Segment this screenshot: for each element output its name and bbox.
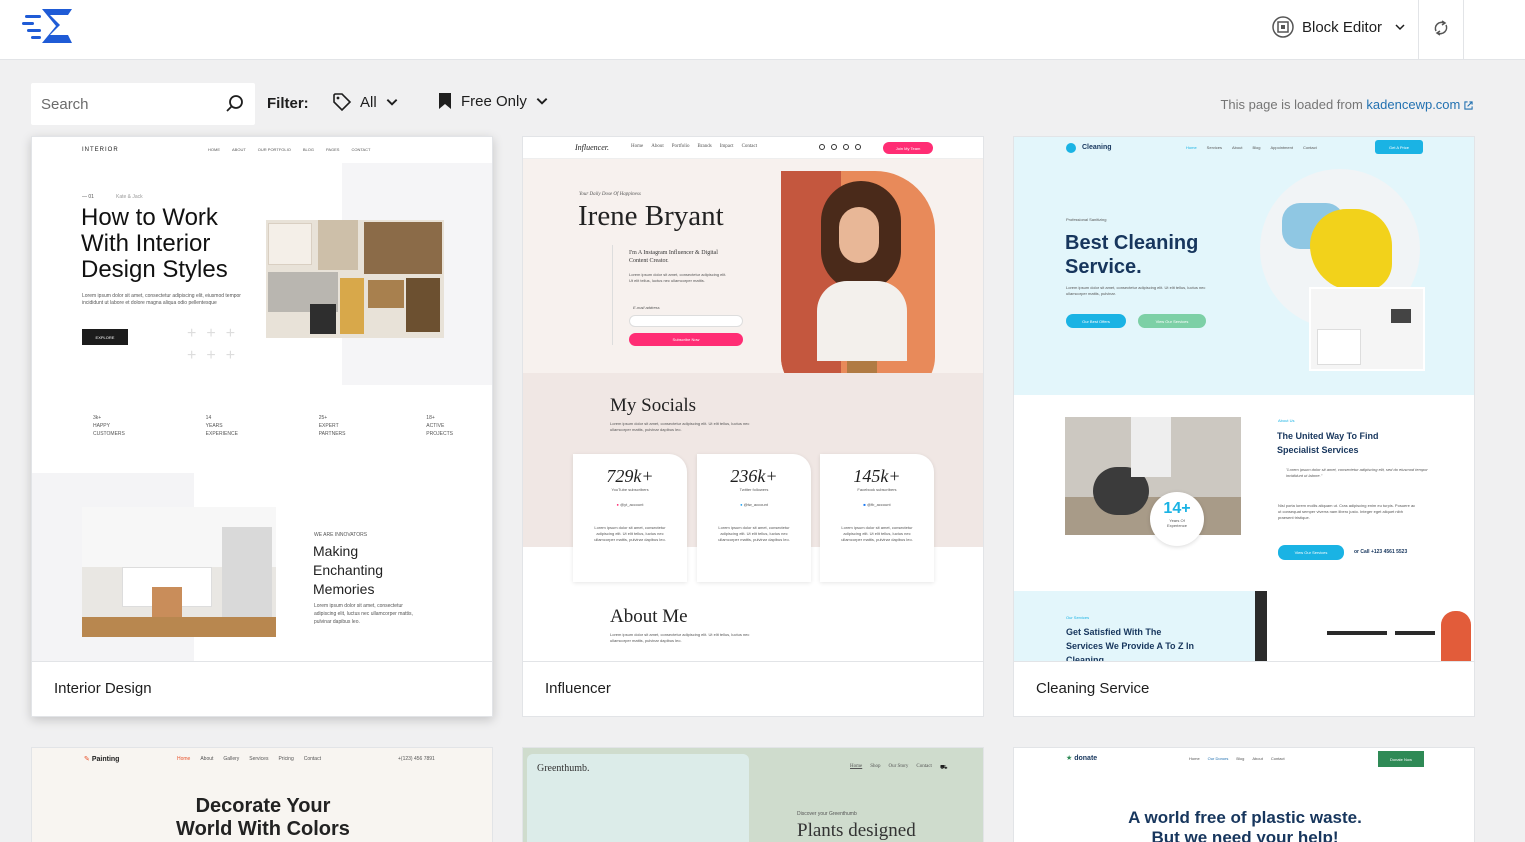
template-card-cleaning-service[interactable]: Cleaning Home Services About Blog Appoin… xyxy=(1013,136,1475,717)
preview-headline: A world free of plastic waste. But we ne… xyxy=(1128,808,1362,842)
template-preview: Cleaning Home Services About Blog Appoin… xyxy=(1014,137,1474,661)
preview-cta: Join My Team xyxy=(883,142,933,154)
template-card-donate[interactable]: ★ donate Home Our Donors Blog About Cont… xyxy=(1013,747,1475,842)
preview-brand: ✎ Painting xyxy=(84,756,120,763)
block-editor-icon xyxy=(1272,16,1294,38)
template-preview: INTERIOR HOME ABOUT OUR PORTFOLIO BLOG P… xyxy=(32,137,492,661)
preview-cta: Donate Now xyxy=(1378,751,1424,767)
preview-stat-card: 729k+ YouTube subscribers ● @yt_account … xyxy=(573,454,687,582)
preview-nav: Home Our Donors Blog About Contact xyxy=(1189,756,1285,761)
preview-headline: How to Work With Interior Design Styles xyxy=(81,204,228,283)
star-icon: ★ xyxy=(1066,755,1073,762)
template-title[interactable]: Interior Design xyxy=(32,661,492,716)
category-filter-dropdown[interactable]: All xyxy=(332,92,399,112)
filter-label: Filter: xyxy=(267,95,309,112)
preview-brand: Greenthumb. xyxy=(537,763,590,774)
template-title[interactable]: Cleaning Service xyxy=(1014,661,1474,716)
loaded-from-note: This page is loaded from kadencewp.com xyxy=(1220,97,1473,112)
template-preview: ✎ Painting Home About Gallery Services P… xyxy=(32,748,492,842)
preview-headline: Best Cleaning Service. xyxy=(1065,232,1199,278)
preview-nav: Home Shop Our Story Contact ⛟ xyxy=(850,764,948,771)
top-bar: Block Editor xyxy=(0,0,1525,60)
chevron-down-icon xyxy=(536,98,548,105)
template-card-greenthumb[interactable]: Greenthumb. Home Shop Our Story Contact … xyxy=(522,747,984,842)
search-box xyxy=(31,83,255,125)
preview-brand: ★ donate xyxy=(1066,755,1098,762)
preview-window-image xyxy=(1255,591,1474,661)
paintbrush-icon: ✎ xyxy=(84,756,90,763)
cart-icon: ⛟ xyxy=(939,765,948,771)
preview-bathroom-image xyxy=(1309,287,1425,371)
preview-nav: Home About Portfolio Brands Impact Conta… xyxy=(631,144,758,149)
editor-mode-label: Block Editor xyxy=(1302,18,1383,36)
editor-mode-select[interactable]: Block Editor xyxy=(1272,13,1406,41)
preview-nav: Home Services About Blog Appointment Con… xyxy=(1186,145,1317,150)
preview-nav: Home About Gallery Services Pricing Cont… xyxy=(177,756,321,762)
bookmark-icon xyxy=(439,93,451,109)
template-preview: ★ donate Home Our Donors Blog About Cont… xyxy=(1014,748,1474,842)
preview-nav: HOME ABOUT OUR PORTFOLIO BLOG PAGES CONT… xyxy=(208,147,371,152)
category-filter-value: All xyxy=(360,93,377,111)
chevron-down-icon xyxy=(1395,24,1405,31)
template-title[interactable]: Influencer xyxy=(523,661,983,716)
preview-brand: INTERIOR xyxy=(82,147,119,153)
preview-subscribe-button: Subscribe Now xyxy=(629,333,743,346)
preview-headline: Decorate Your World With Colors xyxy=(176,795,350,840)
preview-headline: Irene Bryant xyxy=(578,200,724,232)
template-card-influencer[interactable]: Influencer. Home About Portfolio Brands … xyxy=(522,136,984,717)
kadence-logo-icon[interactable] xyxy=(22,5,74,47)
external-link-icon[interactable] xyxy=(1464,101,1473,110)
tag-icon xyxy=(333,93,352,112)
sync-icon[interactable] xyxy=(1430,17,1452,39)
preview-experience-badge: 14+ Years Of Experience xyxy=(1150,492,1204,546)
preview-headline: Plants designed xyxy=(797,820,916,841)
kadencewp-link[interactable]: kadencewp.com xyxy=(1366,97,1460,112)
chevron-down-icon xyxy=(386,99,397,106)
template-preview: Influencer. Home About Portfolio Brands … xyxy=(523,137,983,661)
preview-cta: Get A Price xyxy=(1375,140,1423,154)
search-input[interactable] xyxy=(41,95,221,113)
divider xyxy=(1418,0,1419,60)
cleaning-logo-icon xyxy=(1066,143,1076,153)
preview-stats: 3k+ HAPPY CUSTOMERS 14 YEARS EXPERIENCE 25+ E… xyxy=(93,415,453,437)
template-preview: Greenthumb. Home Shop Our Story Contact … xyxy=(523,748,983,842)
search-icon[interactable] xyxy=(225,94,245,114)
license-filter-value: Free Only xyxy=(461,92,527,110)
preview-moodboard-image xyxy=(266,220,444,338)
preview-brand: Cleaning xyxy=(1082,144,1112,151)
preview-kitchen-image xyxy=(82,507,276,637)
divider xyxy=(1463,0,1464,60)
preview-cta: EXPLORE xyxy=(82,329,128,345)
preview-brand: Influencer. xyxy=(575,143,609,152)
preview-portrait-image xyxy=(781,171,935,397)
template-card-interior-design[interactable]: INTERIOR HOME ABOUT OUR PORTFOLIO BLOG P… xyxy=(31,136,493,717)
license-filter-dropdown[interactable]: Free Only xyxy=(437,92,549,110)
template-card-painting[interactable]: ✎ Painting Home About Gallery Services P… xyxy=(31,747,493,842)
preview-stat-card: 145k+ Facebook subscribers ■ @fb_account… xyxy=(820,454,934,582)
preview-stat-card: 236k+ Twitter followers ● @tw_account Lo… xyxy=(697,454,811,582)
